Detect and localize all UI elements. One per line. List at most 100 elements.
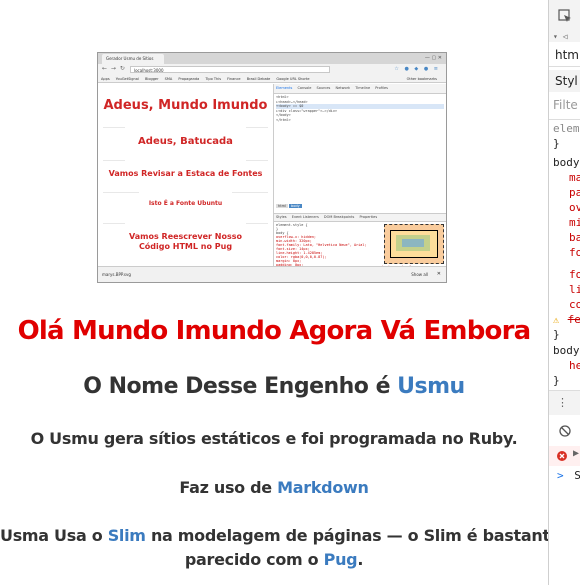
slim-middle: na modelagem de páginas — o Slim é basta… — [145, 526, 548, 545]
inspect-element-icon[interactable] — [558, 9, 572, 23]
styles-tab[interactable]: Styl — [549, 70, 580, 92]
warning-icon: ⚠ — [553, 315, 560, 326]
dom-line: </html> — [276, 117, 291, 122]
extension-icons: ☆ ● ◆ ● ≡ — [394, 66, 440, 72]
style-rule-selector: body — [553, 156, 580, 169]
filter-input[interactable]: Filte — [549, 96, 580, 114]
style-property: he — [569, 359, 580, 372]
style-property-disabled: fe — [567, 313, 580, 326]
bookmark: YouGetSignal — [115, 77, 139, 81]
drawer-menu-icon[interactable]: ⋮ — [549, 390, 580, 415]
viewport-heading: Vamos Revisar a Estaca de Fontes — [108, 169, 263, 178]
style-rule-selector: elem — [553, 122, 580, 135]
bookmark: Propaganda — [178, 77, 200, 81]
viewport-heading: Isto É a Fonte Ubuntu — [148, 200, 223, 207]
bookmark: SMA — [164, 77, 173, 81]
markdown-paragraph: Faz uso de Markdown — [0, 476, 548, 500]
style-property: co — [569, 298, 580, 311]
bookmark: Blogger — [144, 77, 159, 81]
style-property: ov — [569, 201, 580, 214]
style-property: ma — [569, 171, 580, 184]
styles-tab: Properties — [359, 215, 378, 219]
box-model-content — [402, 239, 424, 247]
console-input[interactable]: S — [570, 469, 580, 482]
style-rule-brace: } — [553, 328, 560, 341]
usmu-link[interactable]: Usmu — [397, 374, 465, 399]
clear-console-icon[interactable] — [559, 425, 571, 437]
embedded-devtools: Elements Console Sources Network Timelin… — [273, 84, 446, 282]
slim-prefix: Usma Usa o — [0, 526, 108, 545]
page-content: Gerador Usmu de Sítios — ▢ ✕ ← → ↻ local… — [0, 0, 548, 585]
window-controls-icon: — ▢ ✕ — [424, 55, 442, 61]
devtools-tab: Profiles — [375, 86, 388, 90]
slim-line2-prefix: parecido com o — [184, 550, 324, 569]
slim-link[interactable]: Slim — [108, 526, 146, 545]
devtools-tab: Sources — [316, 86, 331, 90]
devtools-dom-tree: <html> ▸<head>…</head> ▾<body> == $0 ▸<d… — [276, 95, 444, 122]
html-tab[interactable]: html — [549, 46, 580, 64]
viewport-heading: Adeus, Mundo Imundo — [103, 98, 268, 113]
box-model-padding — [396, 235, 430, 251]
close-icon: ✕ — [436, 271, 441, 277]
bookmark: Google URL Shorte — [276, 77, 310, 81]
page-title: Olá Mundo Imundo Agora Vá Embora — [17, 316, 532, 346]
embedded-screenshot: Gerador Usmu de Sítios — ▢ ✕ ← → ↻ local… — [97, 52, 447, 283]
divider — [103, 127, 125, 128]
viewport-heading: Adeus, Batucada — [138, 136, 233, 147]
slim-line-1: Usma Usa o Slim na modelagem de páginas … — [0, 524, 548, 548]
downloads-bar: marys.BPP.svg Show all ✕ — [98, 266, 446, 282]
divider — [246, 223, 268, 224]
bookmark: Finance — [227, 77, 241, 81]
bookmarks-bar: Apps YouGetSignal Blogger SMA Propaganda… — [98, 75, 446, 83]
pug-link[interactable]: Pug — [324, 550, 358, 569]
error-icon — [557, 451, 567, 461]
embedded-viewport: Adeus, Mundo Imundo Adeus, Batucada Vamo… — [98, 84, 273, 266]
breadcrumb-item: html — [276, 204, 288, 208]
browser-tab-bar: Gerador Usmu de Sítios — ▢ ✕ — [98, 53, 446, 64]
breadcrumb-item: body — [288, 204, 302, 208]
viewport-heading: Vamos Reescrever Nosso — [129, 232, 242, 241]
panel-collapse-icon[interactable]: ▾ ◁ — [549, 32, 580, 42]
url-field: localhost:3000 — [130, 66, 330, 73]
markdown-line: Faz uso de Markdown — [0, 476, 548, 500]
styles-tab: DOM Breakpoints — [323, 215, 355, 219]
description-paragraph: O Usmu gera sítios estáticos e foi progr… — [0, 427, 548, 451]
browser-tab: Gerador Usmu de Sítios — [102, 54, 164, 64]
style-property: fo — [569, 246, 580, 259]
bookmark-other: Other bookmarks — [406, 77, 437, 81]
styles-tab: Styles — [276, 215, 287, 219]
slim-end: . — [357, 550, 364, 569]
style-property: pa — [569, 186, 580, 199]
divider — [103, 223, 125, 224]
expand-icon[interactable]: ▶ — [573, 448, 579, 459]
style-property: li — [569, 283, 580, 296]
divider — [103, 192, 139, 193]
devtools-toolbar — [549, 0, 580, 32]
devtools-tab: Network — [335, 86, 351, 90]
devtools-tab: Elements — [276, 84, 292, 93]
slim-paragraph: Usma Usa o Slim na modelagem de páginas … — [0, 524, 548, 572]
style-rule-brace: } — [553, 137, 560, 150]
divider — [549, 119, 580, 120]
download-item: marys.BPP.svg — [102, 272, 131, 277]
devtools-styles-tabs: Styles Event Listeners DOM Breakpoints P… — [274, 213, 446, 222]
devtools-breadcrumb: html body — [276, 204, 303, 210]
devtools-side-panel: ▾ ◁ html Styl Filte elem } body ma pa ov… — [548, 0, 580, 585]
devtools-tab: Console — [297, 86, 312, 90]
bookmark: Apps — [101, 77, 110, 81]
devtools-tab: Timeline — [355, 86, 371, 90]
navigation-icons: ← → ↻ — [102, 65, 126, 72]
box-model-diagram — [384, 224, 444, 264]
bookmark: Brasil Debate — [246, 77, 271, 81]
styles-tab: Event Listeners — [291, 215, 319, 219]
engine-name-prefix: O Nome Desse Engenho é — [83, 374, 398, 399]
markdown-prefix: Faz uso de — [179, 478, 278, 497]
console-prompt[interactable]: > S — [549, 468, 580, 484]
slim-line-2: parecido com o Pug. — [0, 548, 548, 572]
markdown-link[interactable]: Markdown — [277, 478, 369, 497]
style-rule-selector: body — [553, 344, 580, 357]
description-text: O Usmu gera sítios estáticos e foi progr… — [30, 429, 518, 448]
prompt-chevron: > — [557, 469, 564, 482]
divider — [103, 160, 125, 161]
engine-name-heading: O Nome Desse Engenho é Usmu — [0, 371, 548, 403]
